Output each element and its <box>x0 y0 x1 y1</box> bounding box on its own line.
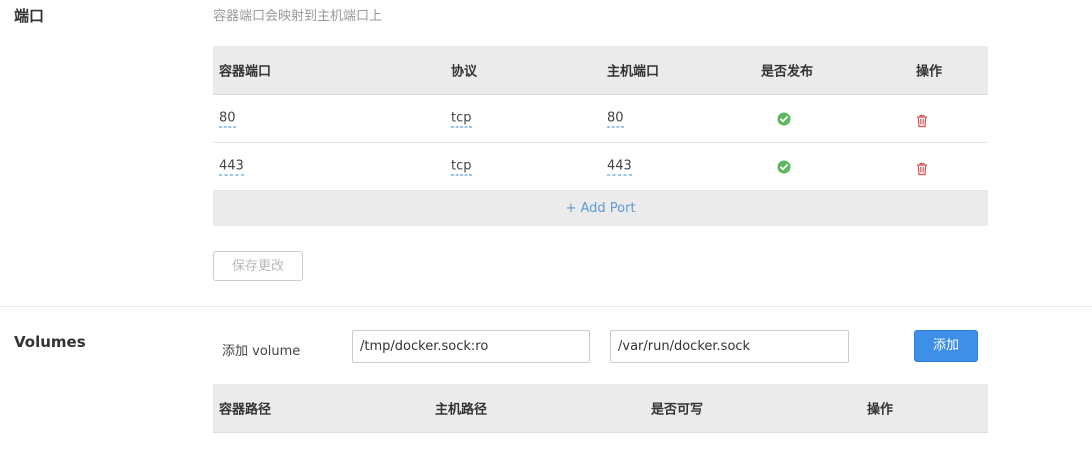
host-path-input[interactable] <box>610 330 849 363</box>
container-port-value[interactable]: 443 <box>219 158 244 175</box>
trash-icon[interactable] <box>916 112 928 127</box>
col-writable: 是否可写 <box>651 402 704 418</box>
volumes-table-header: 容器路径 主机路径 是否可写 操作 <box>213 384 988 433</box>
host-port-value[interactable]: 443 <box>607 158 632 175</box>
col-actions: 操作 <box>867 402 894 418</box>
ports-table-header: 容器端口 协议 主机端口 是否发布 操作 <box>213 46 988 95</box>
col-container-port: 容器端口 <box>219 64 272 80</box>
protocol-value[interactable]: tcp <box>451 110 472 127</box>
check-circle-icon <box>777 160 791 173</box>
port-row: 80 tcp 80 <box>213 95 988 143</box>
trash-icon[interactable] <box>916 160 928 175</box>
save-changes-button[interactable]: 保存更改 <box>213 251 303 281</box>
section-divider <box>0 306 1092 307</box>
col-container-path: 容器路径 <box>219 402 272 418</box>
container-port-value[interactable]: 80 <box>219 110 236 127</box>
check-circle-icon <box>777 112 791 125</box>
host-port-value[interactable]: 80 <box>607 110 624 127</box>
col-host-path: 主机路径 <box>435 402 488 418</box>
ports-section-title: 端口 <box>14 7 45 25</box>
col-protocol: 协议 <box>451 64 478 80</box>
container-path-input[interactable] <box>352 330 590 363</box>
add-volume-button[interactable]: 添加 <box>914 330 978 362</box>
volumes-section-title: Volumes <box>14 333 86 351</box>
protocol-value[interactable]: tcp <box>451 158 472 175</box>
col-host-port: 主机端口 <box>607 64 660 80</box>
port-row: 443 tcp 443 <box>213 143 988 191</box>
add-volume-label: 添加 volume <box>222 344 301 359</box>
col-actions: 操作 <box>916 64 943 80</box>
add-port-button[interactable]: + Add Port <box>213 191 988 226</box>
col-published: 是否发布 <box>761 64 814 80</box>
ports-hint: 容器端口会映射到主机端口上 <box>213 9 383 24</box>
